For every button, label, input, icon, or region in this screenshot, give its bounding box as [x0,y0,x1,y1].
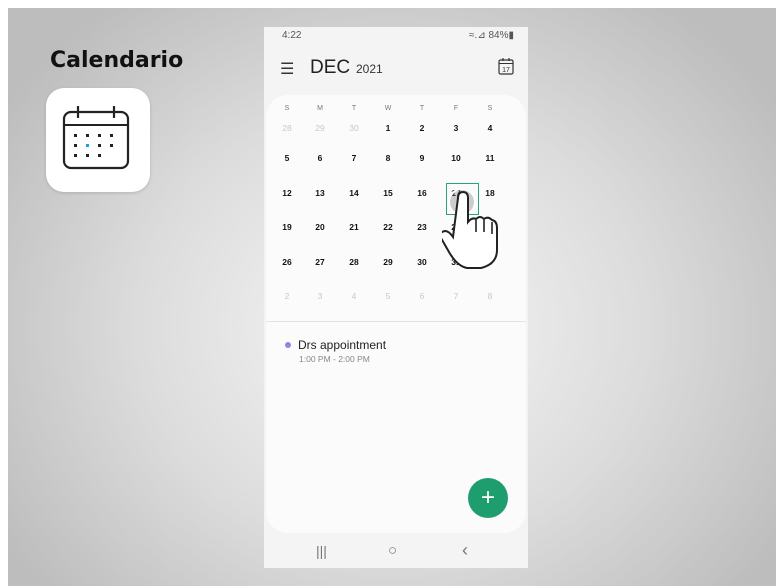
day-cell[interactable]: 6 [405,291,439,301]
header-month[interactable]: DEC [310,57,350,79]
day-cell[interactable]: 8 [473,291,507,301]
day-cell[interactable]: 6 [303,153,337,163]
calendar-header: ☰ DEC 2021 17 [264,53,528,85]
tap-hand-pointer-icon [442,188,498,269]
day-cell[interactable]: 30 [337,123,371,133]
home-button[interactable]: ○ [388,542,397,559]
today-icon[interactable]: 17 [498,57,514,75]
day-cell[interactable]: 22 [371,222,405,232]
day-cell[interactable]: 19 [270,222,304,232]
back-button[interactable]: ‹ [462,540,468,561]
day-cell[interactable]: 11 [473,153,507,163]
day-cell[interactable]: 12 [270,188,304,198]
day-cell[interactable]: 28 [337,257,371,267]
day-cell[interactable]: 16 [405,188,439,198]
day-cell[interactable]: 3 [303,291,337,301]
status-bar: 4:22 ≈.⊿ 84%▮ [264,27,528,45]
day-cell[interactable]: 30 [405,257,439,267]
status-time: 4:22 [282,30,302,41]
calendar-icon [62,106,130,170]
app-title: Calendario [50,48,184,73]
weekday-label: W [384,105,392,112]
day-cell[interactable]: 1 [371,123,405,133]
add-event-button[interactable]: + [468,478,508,518]
week-row: 2345678 [270,291,506,311]
weekday-label: M [317,105,323,112]
divider [266,321,526,322]
weekday-header-row: SMTWTFS [270,105,506,125]
android-nav-bar: ||| ○ ‹ [264,537,528,568]
event-title[interactable]: Drs appointment [298,338,386,352]
day-cell[interactable]: 9 [405,153,439,163]
event-time[interactable]: 1:00 PM - 2:00 PM [299,354,370,364]
recents-button[interactable]: ||| [316,543,327,559]
day-cell[interactable]: 7 [337,153,371,163]
day-cell[interactable]: 28 [270,123,304,133]
day-cell[interactable]: 10 [439,153,473,163]
day-cell[interactable]: 13 [303,188,337,198]
calendar-card: SMTWTFS282930123456789101112131415161718… [266,95,526,533]
day-cell[interactable]: 2 [405,123,439,133]
day-cell[interactable]: 15 [371,188,405,198]
day-cell[interactable]: 3 [439,123,473,133]
event-color-dot [285,342,291,348]
weekday-label: F [453,105,459,112]
day-cell[interactable]: 4 [473,123,507,133]
day-cell[interactable]: 4 [337,291,371,301]
hamburger-menu-icon[interactable]: ☰ [280,59,294,79]
day-cell[interactable]: 29 [371,257,405,267]
weekday-label: S [487,105,493,112]
day-cell[interactable]: 5 [270,153,304,163]
weekday-label: T [419,105,425,112]
weekday-label: T [351,105,357,112]
day-cell[interactable]: 7 [439,291,473,301]
header-year[interactable]: 2021 [356,62,383,76]
week-row: 5 6 7 8 9 10 11 [270,153,506,173]
week-row: 28 29 30 1 2 3 4 [270,123,506,143]
weekday-label: S [284,105,290,112]
today-icon-number: 17 [502,67,510,74]
day-cell[interactable]: 20 [303,222,337,232]
day-cell[interactable]: 5 [371,291,405,301]
day-cell[interactable]: 29 [303,123,337,133]
day-cell[interactable]: 26 [270,257,304,267]
calendar-app-icon [46,88,150,192]
phone-screen: 4:22 ≈.⊿ 84%▮ ☰ DEC 2021 17 S M T W T F S 28 29 3… [264,27,528,568]
day-cell[interactable]: 2 [270,291,304,301]
day-cell[interactable]: 21 [337,222,371,232]
day-cell[interactable]: 14 [337,188,371,198]
day-cell[interactable]: 27 [303,257,337,267]
status-indicators: ≈.⊿ 84%▮ [469,30,514,41]
day-cell[interactable]: 23 [405,222,439,232]
day-cell[interactable]: 8 [371,153,405,163]
